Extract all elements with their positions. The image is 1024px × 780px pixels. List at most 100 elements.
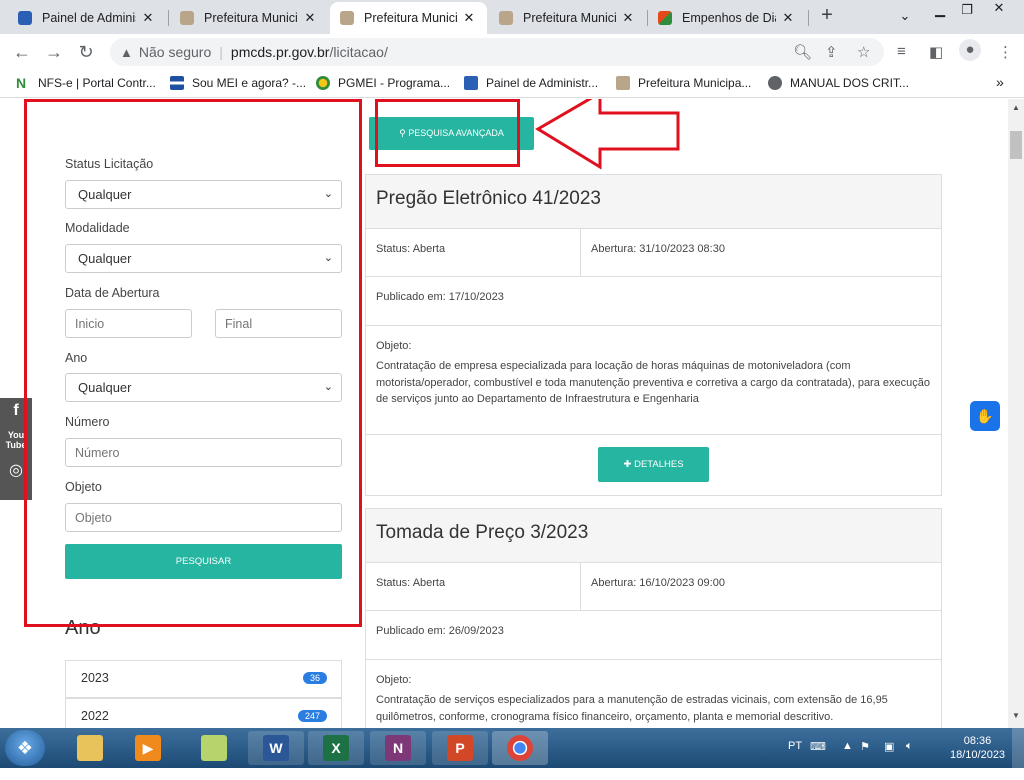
zoom-icon[interactable]: 🔍︎ bbox=[793, 43, 812, 61]
clock[interactable]: 08:36 18/10/2023 bbox=[950, 734, 1005, 774]
annotation-box-advanced bbox=[375, 99, 520, 167]
sticky-notes-taskbar-button[interactable] bbox=[186, 731, 242, 765]
annotation-arrow-icon bbox=[535, 99, 680, 170]
forward-arrow-icon[interactable]: → bbox=[42, 40, 66, 64]
divider: | bbox=[219, 44, 223, 60]
share-icon[interactable]: ⇪ bbox=[825, 43, 838, 61]
close-icon[interactable]: ✕ bbox=[461, 10, 477, 26]
folder-icon bbox=[77, 735, 103, 761]
language-indicator[interactable]: PT bbox=[788, 740, 802, 780]
reload-icon[interactable]: ↻ bbox=[74, 40, 98, 64]
tab-prefeitura-active[interactable]: Prefeitura Municip ✕ bbox=[330, 2, 487, 34]
card-publicado: Publicado em: 17/10/2023 bbox=[376, 291, 504, 303]
bookmark-pgmei[interactable]: PGMEI - Programa... bbox=[316, 76, 450, 90]
explorer-taskbar-button[interactable] bbox=[62, 731, 118, 765]
word-icon: W bbox=[263, 735, 289, 761]
close-icon[interactable]: ✕ bbox=[302, 10, 318, 26]
new-tab-button[interactable]: + bbox=[816, 4, 838, 30]
keyboard-icon[interactable]: ⌨ bbox=[810, 740, 826, 780]
bookmark-painel-admin[interactable]: Painel de Administr... bbox=[464, 76, 598, 90]
volume-icon[interactable]: 🔈︎ bbox=[906, 740, 913, 780]
card-status-row: Status: Aberta Abertura: 31/10/2023 08:3… bbox=[366, 229, 941, 277]
close-icon[interactable]: ✕ bbox=[140, 10, 156, 26]
action-center-icon[interactable]: ⚑ bbox=[860, 740, 870, 780]
chrome-icon bbox=[507, 735, 533, 761]
bookmark-label: NFS-e | Portal Contr... bbox=[38, 76, 156, 90]
start-button[interactable]: ❖ bbox=[5, 730, 45, 766]
detalhes-button[interactable]: ✚ DETALHES bbox=[598, 447, 709, 482]
bookmark-nfse[interactable]: N NFS-e | Portal Contr... bbox=[16, 76, 156, 90]
crest-icon bbox=[499, 11, 513, 25]
profile-avatar-icon[interactable]: ● bbox=[959, 39, 981, 61]
bookmark-prefeitura[interactable]: Prefeitura Municipa... bbox=[616, 76, 751, 90]
excel-icon: X bbox=[323, 735, 349, 761]
pgmei-logo-icon bbox=[316, 76, 330, 90]
clock-time: 08:36 bbox=[963, 735, 992, 747]
url-path: /licitacao/ bbox=[329, 44, 388, 60]
card-footer: ✚ DETALHES bbox=[366, 435, 941, 495]
close-icon[interactable]: ✕ bbox=[780, 10, 796, 26]
close-window-button[interactable]: ✕ bbox=[978, 0, 1020, 18]
url-host: pmcds.pr.gov.br bbox=[230, 44, 330, 60]
bookmark-label: Painel de Administr... bbox=[486, 76, 599, 90]
crest-icon bbox=[180, 11, 194, 25]
year-row-2022[interactable]: 2022 247 bbox=[65, 698, 342, 728]
bookmark-star-icon[interactable]: ☆ bbox=[857, 43, 870, 61]
minimize-button[interactable]: ▁ bbox=[928, 2, 952, 18]
tab-search-chevron-icon[interactable]: ⌄ bbox=[893, 8, 917, 24]
year-row-2023[interactable]: 2023 36 bbox=[65, 660, 342, 698]
objeto-text: Contratação de serviços especializados p… bbox=[376, 694, 888, 723]
licitacao-card: Pregão Eletrônico 41/2023 Status: Aberta… bbox=[365, 174, 942, 496]
card-publicado-row: Publicado em: 26/09/2023 bbox=[366, 611, 941, 660]
warning-triangle-icon: ▲ bbox=[120, 44, 133, 60]
word-taskbar-button[interactable]: W bbox=[248, 731, 304, 765]
bookmarks-overflow[interactable]: » bbox=[996, 74, 1004, 90]
bookmark-manual[interactable]: MANUAL DOS CRIT... bbox=[768, 76, 909, 90]
card-publicado-row: Publicado em: 17/10/2023 bbox=[366, 277, 941, 326]
shield-icon bbox=[464, 76, 478, 90]
tab-empenhos[interactable]: Empenhos de Diá ✕ bbox=[648, 2, 806, 34]
tab-prefeitura-3[interactable]: Prefeitura Municip ✕ bbox=[489, 2, 646, 34]
tab-prefeitura-1[interactable]: Prefeitura Municip ✕ bbox=[170, 2, 328, 34]
address-bar[interactable]: ▲ Não seguro | pmcds.pr.gov.br /licitaca… bbox=[110, 38, 884, 66]
scroll-up-icon[interactable]: ▲ bbox=[1012, 103, 1020, 112]
count-badge: 247 bbox=[297, 710, 327, 722]
card-abertura: Abertura: 16/10/2023 09:00 bbox=[591, 577, 725, 589]
objeto-heading: Objeto: bbox=[376, 674, 412, 686]
card-objeto-row: Objeto: Contratação de serviços especial… bbox=[366, 660, 941, 728]
card-publicado: Publicado em: 26/09/2023 bbox=[376, 625, 504, 637]
tab-title: Prefeitura Municip bbox=[204, 11, 298, 25]
card-objeto-row: Objeto: Contratação de empresa especiali… bbox=[366, 326, 941, 435]
excel-taskbar-button[interactable]: X bbox=[308, 731, 364, 765]
bookmark-label: Sou MEI e agora? -... bbox=[192, 76, 307, 90]
restore-button[interactable]: ❐ bbox=[955, 2, 979, 18]
onenote-taskbar-button[interactable]: N bbox=[370, 731, 426, 765]
bookmark-sou-mei[interactable]: Sou MEI e agora? -... bbox=[170, 76, 306, 90]
tab-painel-admin[interactable]: Painel de Adminis ✕ bbox=[8, 2, 166, 34]
media-player-taskbar-button[interactable]: ▶ bbox=[120, 731, 176, 765]
tab-title: Painel de Adminis bbox=[42, 11, 136, 25]
show-desktop-button[interactable] bbox=[1012, 728, 1024, 768]
reading-list-icon[interactable]: ≡ bbox=[897, 43, 906, 60]
security-status[interactable]: Não seguro bbox=[139, 44, 211, 60]
menu-kebab-icon[interactable]: ⋮ bbox=[998, 43, 1013, 61]
tab-strip: Painel de Adminis ✕ Prefeitura Municip ✕… bbox=[0, 0, 1024, 34]
presentation-taskbar-button[interactable]: P bbox=[432, 731, 488, 765]
side-panel-icon[interactable]: ◧ bbox=[929, 43, 943, 61]
triangle-logo-icon bbox=[658, 11, 672, 25]
licitacao-card: Tomada de Preço 3/2023 Status: Aberta Ab… bbox=[365, 508, 942, 728]
scroll-thumb[interactable] bbox=[1010, 131, 1022, 159]
page-scrollbar[interactable]: ▲ ▼ bbox=[1008, 99, 1024, 728]
gov-stripes-icon bbox=[170, 76, 184, 90]
sign-language-icon[interactable]: ✋ bbox=[970, 401, 1000, 431]
close-icon[interactable]: ✕ bbox=[620, 10, 636, 26]
back-arrow-icon[interactable]: ← bbox=[10, 40, 34, 64]
page-content: Status Licitação Qualquer ⌄ Modalidade Q… bbox=[0, 99, 1008, 728]
bookmark-label: Prefeitura Municipa... bbox=[638, 76, 752, 90]
crest-icon bbox=[616, 76, 630, 90]
scroll-down-icon[interactable]: ▼ bbox=[1012, 711, 1020, 720]
chrome-taskbar-button[interactable] bbox=[492, 731, 548, 765]
n-logo-icon: N bbox=[16, 76, 30, 90]
tray-expand-icon[interactable]: ▲ bbox=[842, 740, 853, 780]
network-icon[interactable]: ▣ bbox=[884, 740, 894, 780]
